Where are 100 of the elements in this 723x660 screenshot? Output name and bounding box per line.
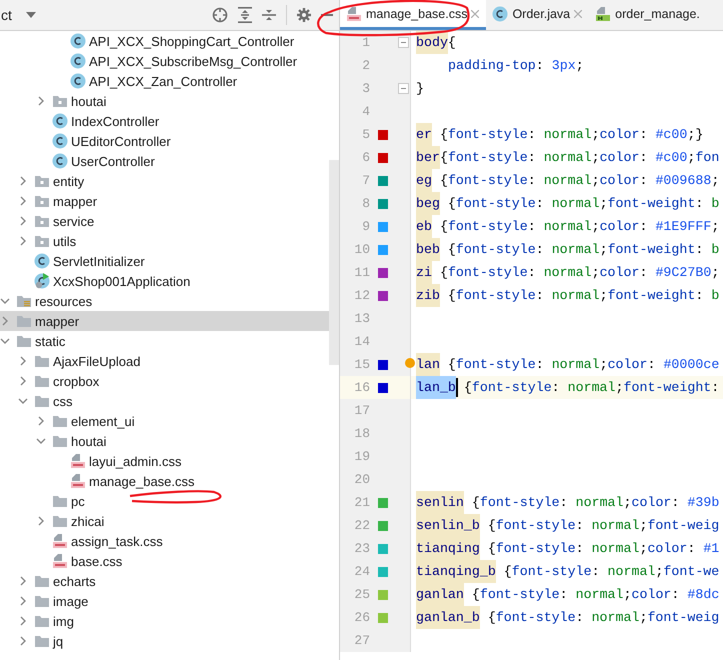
color-swatch[interactable]	[378, 498, 388, 508]
tree-item[interactable]: API_XCX_SubscribeMsg_Controller	[0, 51, 329, 71]
color-swatch[interactable]	[378, 244, 388, 254]
color-swatch[interactable]	[378, 176, 388, 186]
line-number: 21	[353, 495, 370, 510]
chevron-down-icon[interactable]	[18, 396, 28, 406]
line-number: 23	[353, 541, 370, 556]
chevron-down-icon[interactable]	[36, 436, 46, 446]
color-swatch[interactable]	[378, 290, 388, 300]
collapse-all-icon[interactable]	[262, 7, 276, 23]
line-number: 14	[353, 334, 370, 349]
line-number: 18	[353, 426, 370, 441]
line-number: 16	[353, 380, 370, 395]
tree-item[interactable]: houtai	[0, 91, 329, 111]
tree-item[interactable]: cropbox	[0, 371, 329, 391]
editor-tab[interactable]: Order.java	[486, 0, 590, 30]
color-swatch[interactable]	[378, 590, 388, 600]
tree-item[interactable]: pc	[0, 491, 329, 511]
tree-item[interactable]: static	[0, 331, 329, 351]
fold-icon[interactable]	[398, 37, 408, 48]
expand-all-icon[interactable]	[238, 7, 252, 23]
folder-icon	[34, 573, 50, 589]
tree-item[interactable]: service	[0, 211, 329, 231]
run-class-icon	[34, 273, 50, 289]
tree-item[interactable]: css	[0, 391, 329, 411]
tree-item[interactable]: API_XCX_Zan_Controller	[0, 71, 329, 91]
line-number: 8	[361, 196, 370, 211]
color-swatch[interactable]	[378, 382, 388, 392]
tree-item[interactable]: UEditorController	[0, 131, 329, 151]
code-line: ber{font-style: normal;color: #c00;fon	[416, 146, 720, 169]
folder-icon	[16, 333, 32, 349]
panel-title[interactable]: ct	[1, 7, 12, 23]
tree-item[interactable]: mapper	[0, 311, 329, 331]
code-line: zi {font-style: normal;color: #9C27B0;	[416, 261, 720, 284]
folder-icon	[52, 413, 68, 429]
package-folder-icon	[52, 93, 68, 109]
tree-item[interactable]: zhicai	[0, 511, 329, 531]
folder-icon	[52, 433, 68, 449]
color-swatch[interactable]	[378, 566, 388, 576]
tree-item[interactable]: houtai	[0, 431, 329, 451]
color-swatch[interactable]	[378, 268, 388, 278]
lightbulb-icon[interactable]	[405, 358, 415, 368]
line-number: 25	[353, 587, 370, 602]
code-line: }	[416, 80, 424, 98]
chevron-right-icon[interactable]	[0, 316, 10, 326]
line-number: 5	[361, 127, 370, 142]
color-swatch[interactable]	[378, 198, 388, 208]
tree-item[interactable]: manage_base.css	[0, 471, 329, 491]
color-swatch[interactable]	[378, 612, 388, 622]
tree-item[interactable]: mapper	[0, 191, 329, 211]
line-number: 24	[353, 564, 370, 579]
editor-tab[interactable]: order_manage.	[589, 0, 707, 30]
caret-icon[interactable]	[26, 12, 36, 18]
color-swatch[interactable]	[378, 222, 388, 232]
editor-tab[interactable]: manage_base.css	[340, 0, 486, 30]
chevron-down-icon[interactable]	[0, 296, 10, 306]
line-number: 26	[353, 610, 370, 625]
close-icon[interactable]	[574, 10, 582, 18]
css-file-icon	[346, 6, 362, 22]
tree-item[interactable]: img	[0, 611, 329, 631]
crosshair-icon[interactable]	[212, 7, 228, 23]
line-number: 9	[361, 219, 370, 234]
tree-item[interactable]: UserController	[0, 151, 329, 171]
line-number: 17	[353, 403, 370, 418]
package-folder-icon	[34, 173, 50, 189]
close-icon[interactable]	[471, 10, 480, 18]
color-swatch[interactable]	[378, 520, 388, 530]
chevron-right-icon[interactable]	[36, 416, 46, 426]
tree-item[interactable]: entity	[0, 171, 329, 191]
tree-item[interactable]: IndexController	[0, 111, 329, 131]
tree-item[interactable]: AjaxFileUpload	[0, 351, 329, 371]
color-swatch[interactable]	[378, 360, 388, 370]
line-number: 15	[353, 357, 370, 372]
line-number: 12	[353, 288, 370, 303]
color-swatch[interactable]	[378, 544, 388, 554]
color-swatch[interactable]	[378, 152, 388, 162]
tree-item[interactable]: element_ui	[0, 411, 329, 431]
tree-item[interactable]: layui_admin.css	[0, 451, 329, 471]
code-line: tianqing {font-style: normal;color: #1	[416, 537, 720, 560]
chevron-right-icon[interactable]	[36, 96, 46, 106]
tree-item[interactable]: base.css	[0, 551, 329, 571]
settings-icon[interactable]	[297, 8, 311, 22]
css-file-icon	[52, 533, 68, 549]
color-swatch[interactable]	[378, 130, 388, 140]
tree-item[interactable]: assign_task.css	[0, 531, 329, 551]
tree-item[interactable]: ServletInitializer	[0, 251, 329, 271]
tree-item[interactable]: image	[0, 591, 329, 611]
folder-icon	[34, 593, 50, 609]
tree-item[interactable]: utils	[0, 231, 329, 251]
scrollbar[interactable]	[329, 160, 339, 365]
class-icon	[52, 133, 68, 149]
tree-item[interactable]: resources	[0, 291, 329, 311]
tree-item[interactable]: echarts	[0, 571, 329, 591]
tree-item[interactable]: XcxShop001Application	[0, 271, 329, 291]
chevron-right-icon[interactable]	[36, 516, 46, 526]
package-folder-icon	[34, 193, 50, 209]
tree-item[interactable]: jq	[0, 631, 329, 651]
tree-item[interactable]: API_XCX_ShoppingCart_Controller	[0, 31, 329, 51]
chevron-down-icon[interactable]	[0, 336, 10, 346]
fold-icon[interactable]	[398, 83, 408, 94]
